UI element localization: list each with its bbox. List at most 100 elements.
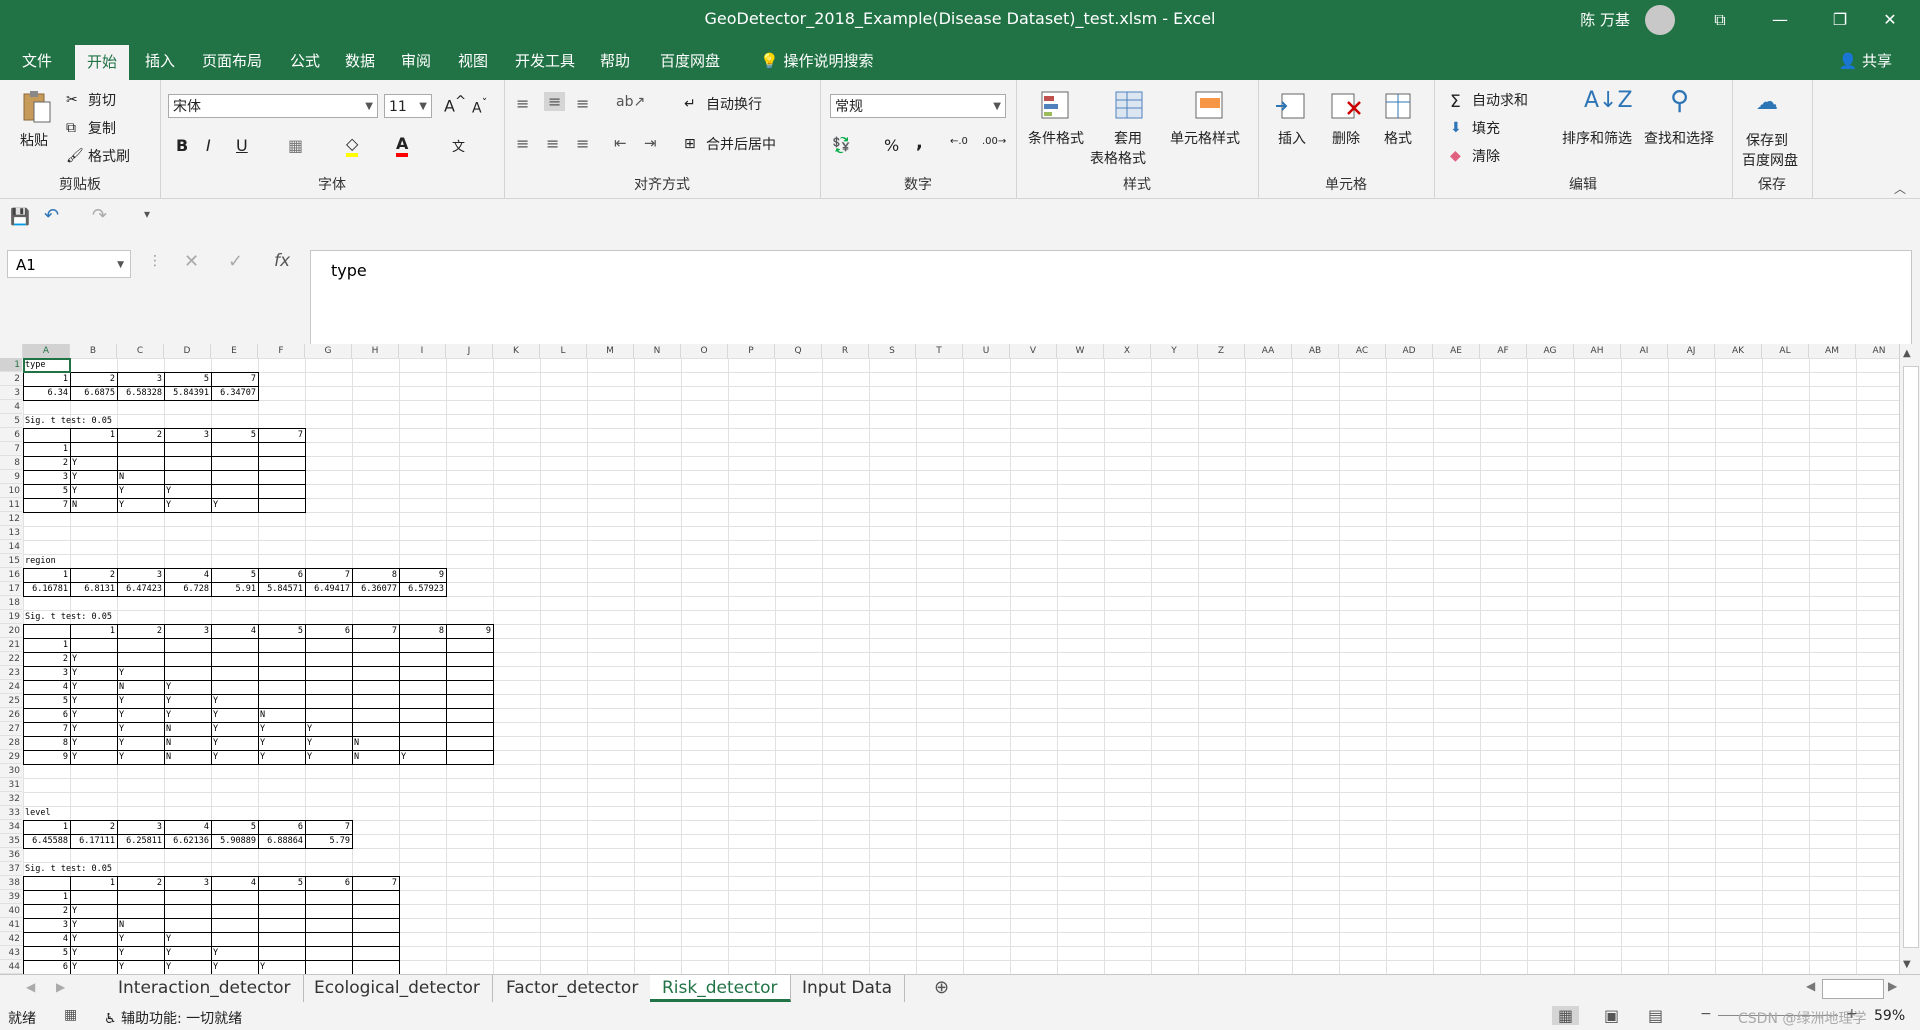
restore-button[interactable]: ❐	[1820, 4, 1860, 36]
cell[interactable]: 3	[23, 666, 70, 680]
cell[interactable]: 4	[211, 624, 258, 638]
row-header[interactable]: 30	[0, 764, 22, 778]
cell[interactable]: 6.62136	[164, 834, 211, 848]
cell[interactable]: 4	[23, 932, 70, 946]
cell[interactable]: 3	[164, 624, 211, 638]
cell[interactable]: 1	[23, 820, 70, 834]
row-header[interactable]: 1	[0, 358, 22, 372]
row-header[interactable]: 9	[0, 470, 22, 484]
align-left-icon[interactable]: ≡	[516, 134, 529, 153]
row-header[interactable]: 33	[0, 806, 22, 820]
active-cell-highlight[interactable]	[23, 358, 71, 373]
cell[interactable]: 2	[117, 876, 164, 890]
cell[interactable]: 2	[70, 372, 117, 386]
cell[interactable]: 7	[258, 428, 305, 442]
column-header[interactable]: K	[493, 344, 540, 358]
cell[interactable]: 6.47423	[117, 582, 164, 596]
row-header[interactable]: 37	[0, 862, 22, 876]
format-table-label-1[interactable]: 套用	[1114, 128, 1142, 148]
conditional-format-button[interactable]: 条件格式	[1028, 128, 1084, 148]
column-header[interactable]: AB	[1292, 344, 1339, 358]
shrink-font-icon[interactable]: Aˇ	[472, 96, 487, 117]
cell[interactable]: 3	[164, 876, 211, 890]
ribbon-display-icon[interactable]: ⧉	[1700, 4, 1740, 36]
cell[interactable]: 5	[211, 428, 258, 442]
cell[interactable]: Y	[211, 498, 399, 512]
cell[interactable]: 1	[70, 876, 117, 890]
phonetic-icon[interactable]: 文	[452, 136, 465, 155]
increase-indent-icon[interactable]: ⇥	[644, 134, 657, 152]
cell[interactable]: 6.49417	[305, 582, 352, 596]
row-header[interactable]: 14	[0, 540, 22, 554]
cell[interactable]: 1	[23, 568, 70, 582]
row-header[interactable]: 20	[0, 624, 22, 638]
column-header[interactable]: F	[258, 344, 305, 358]
tab-baidu[interactable]: 百度网盘	[648, 42, 732, 80]
wrap-text-button[interactable]: ↵ 自动换行	[684, 94, 762, 114]
sort-filter-button[interactable]: 排序和筛选	[1562, 128, 1632, 148]
page-layout-view-icon[interactable]: ▣	[1604, 1006, 1619, 1025]
row-header[interactable]: 4	[0, 400, 22, 414]
row-header[interactable]: 38	[0, 876, 22, 890]
cell[interactable]: 5.91	[211, 582, 258, 596]
save-icon[interactable]: 💾	[10, 207, 30, 226]
cell[interactable]: 7	[211, 372, 258, 386]
cell[interactable]: 6.36077	[352, 582, 399, 596]
add-sheet-icon[interactable]: ⊕	[934, 977, 949, 998]
scroll-down-icon[interactable]: ▼	[1903, 959, 1911, 970]
insert-function-icon[interactable]: fx	[274, 251, 290, 271]
column-header[interactable]: Q	[775, 344, 822, 358]
prev-sheet-icon[interactable]: ◀	[26, 980, 35, 994]
page-break-view-icon[interactable]: ▤	[1648, 1006, 1663, 1025]
column-header[interactable]: AA	[1245, 344, 1292, 358]
format-cells-button[interactable]: 格式	[1384, 128, 1412, 148]
cell[interactable]: 5	[23, 946, 70, 960]
row-header[interactable]: 12	[0, 512, 22, 526]
macro-record-icon[interactable]: ▦	[64, 1007, 77, 1023]
row-header[interactable]: 32	[0, 792, 22, 806]
share-button[interactable]: 👤 共享	[1839, 42, 1892, 80]
save-to-baidu-line2[interactable]: 百度网盘	[1742, 150, 1798, 170]
name-box[interactable]: A1 ▼	[7, 250, 131, 278]
number-format-dropdown[interactable]: 常规 ▼	[830, 94, 1006, 118]
column-header[interactable]: AM	[1809, 344, 1856, 358]
column-header[interactable]: B	[70, 344, 117, 358]
row-header[interactable]: 21	[0, 638, 22, 652]
column-header[interactable]: U	[963, 344, 1010, 358]
cell[interactable]: 3	[164, 428, 211, 442]
cell[interactable]: 6	[258, 820, 305, 834]
cell[interactable]: Y	[117, 666, 305, 680]
cut-button[interactable]: ✂ 剪切	[66, 90, 116, 110]
cell[interactable]: 5.84571	[258, 582, 305, 596]
cell[interactable]: Y	[305, 722, 493, 736]
column-header[interactable]: AF	[1480, 344, 1527, 358]
hscroll-left-icon[interactable]: ◀	[1806, 979, 1815, 993]
row-header[interactable]: 26	[0, 708, 22, 722]
column-header[interactable]: AI	[1621, 344, 1668, 358]
next-sheet-icon[interactable]: ▶	[56, 980, 65, 994]
scroll-up-icon[interactable]: ▲	[1903, 348, 1911, 359]
column-header[interactable]: P	[728, 344, 775, 358]
row-header[interactable]: 3	[0, 386, 22, 400]
cell[interactable]: level	[23, 806, 211, 820]
row-header[interactable]: 25	[0, 694, 22, 708]
sheet-tab-ecological[interactable]: Ecological_detector	[302, 975, 493, 1002]
tab-help[interactable]: 帮助	[588, 42, 642, 80]
user-name[interactable]: 陈 万基	[1580, 9, 1630, 30]
format-table-icon[interactable]	[1112, 88, 1148, 124]
normal-view-icon[interactable]: ▦	[1552, 1006, 1580, 1025]
row-header[interactable]: 24	[0, 680, 22, 694]
format-painter-button[interactable]: 🖌 格式刷	[66, 146, 130, 166]
column-header[interactable]: AH	[1574, 344, 1621, 358]
cell[interactable]: 7	[352, 624, 399, 638]
column-header[interactable]: T	[916, 344, 963, 358]
zoom-level[interactable]: 59%	[1874, 1008, 1905, 1024]
insert-cells-icon[interactable]	[1274, 88, 1310, 124]
tab-home[interactable]: 开始	[75, 42, 130, 80]
cell[interactable]: 1	[70, 624, 117, 638]
cell[interactable]: 1	[70, 428, 117, 442]
column-header[interactable]: Y	[1151, 344, 1198, 358]
tell-me-search[interactable]: 💡 操作说明搜索	[748, 42, 885, 80]
cell[interactable]: 6.57923	[399, 582, 446, 596]
column-header[interactable]: AD	[1386, 344, 1433, 358]
